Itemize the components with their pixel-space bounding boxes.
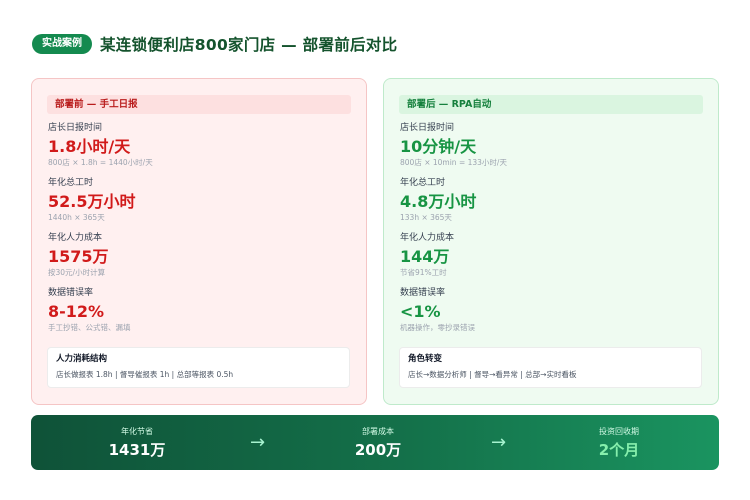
metric-value: 8-12% <box>48 302 105 321</box>
metric-label: 数据错误率 <box>400 288 446 298</box>
after-metric-labor-cost: 年化人力成本 144万 节省91%工时 <box>400 233 703 278</box>
metric-label: 年化人力成本 <box>48 233 103 243</box>
summary-value: 1431万 <box>108 440 166 459</box>
role-change-box: 角色转变 店长→数据分析师 | 督导→看异常 | 总部→实时看板 <box>399 347 702 388</box>
summary-annual-savings: 年化节省 1431万 <box>97 427 177 459</box>
metric-value: 52.5万小时 <box>48 192 136 211</box>
metric-label: 店长日报时间 <box>48 123 103 133</box>
role-change-text: 店长→数据分析师 | 督导→看异常 | 总部→实时看板 <box>408 370 577 379</box>
metric-label: 年化总工时 <box>400 178 446 188</box>
summary-deploy-cost: 部署成本 200万 <box>338 427 418 459</box>
after-metric-annual-hours: 年化总工时 4.8万小时 133h × 365天 <box>400 178 703 223</box>
metric-note: 机器操作，零抄录错误 <box>400 323 475 332</box>
metric-value: <1% <box>400 302 441 321</box>
metric-note: 133h × 365天 <box>400 213 452 222</box>
role-change-title: 角色转变 <box>408 354 443 364</box>
after-panel-heading: 部署后 — RPA自动 <box>399 95 703 114</box>
metric-value: 10分钟/天 <box>400 137 477 156</box>
metric-label: 数据错误率 <box>48 288 94 298</box>
summary-label: 年化节省 <box>121 426 153 436</box>
after-metric-daily-time: 店长日报时间 10分钟/天 800店 × 10min = 133小时/天 <box>400 123 703 168</box>
page-title: 某连锁便利店800家门店 — 部署前后对比 <box>100 36 398 54</box>
before-metric-error-rate: 数据错误率 8-12% 手工抄错、公式错、漏填 <box>48 288 351 333</box>
metric-label: 年化人力成本 <box>400 233 455 243</box>
metric-label: 店长日报时间 <box>400 123 455 133</box>
summary-payback-period: 投资回收期 2个月 <box>579 427 659 459</box>
before-metric-annual-hours: 年化总工时 52.5万小时 1440h × 365天 <box>48 178 351 223</box>
after-metric-error-rate: 数据错误率 <1% 机器操作，零抄录错误 <box>400 288 703 333</box>
metric-label: 年化总工时 <box>48 178 94 188</box>
summary-label: 部署成本 <box>362 426 394 436</box>
right-arrow-icon: → <box>490 432 507 453</box>
metric-note: 800店 × 1.8h = 1440小时/天 <box>48 158 153 167</box>
after-panel: 部署后 — RPA自动 店长日报时间 10分钟/天 800店 × 10min =… <box>383 78 719 405</box>
labor-structure-text: 店长做报表 1.8h | 督导催报表 1h | 总部等报表 0.5h <box>56 370 234 379</box>
metric-value: 144万 <box>400 247 450 266</box>
summary-banner: 年化节省 1431万 → 部署成本 200万 → 投资回收期 2个月 <box>31 415 719 470</box>
page-header: 实战案例 某连锁便利店800家门店 — 部署前后对比 <box>32 33 397 55</box>
metric-note: 按30元/小时计算 <box>48 268 106 277</box>
metric-value: 4.8万小时 <box>400 192 477 211</box>
case-tag: 实战案例 <box>32 34 92 54</box>
metric-value: 1575万 <box>48 247 109 266</box>
metric-note: 800店 × 10min = 133小时/天 <box>400 158 507 167</box>
right-arrow-icon: → <box>249 432 266 453</box>
metric-note: 1440h × 365天 <box>48 213 105 222</box>
labor-structure-title: 人力消耗结构 <box>56 354 108 364</box>
summary-label: 投资回收期 <box>599 426 639 436</box>
metric-note: 手工抄错、公式错、漏填 <box>48 323 131 332</box>
before-panel-heading: 部署前 — 手工日报 <box>47 95 351 114</box>
before-metric-daily-time: 店长日报时间 1.8小时/天 800店 × 1.8h = 1440小时/天 <box>48 123 351 168</box>
metric-value: 1.8小时/天 <box>48 137 131 156</box>
summary-value: 2个月 <box>598 440 640 459</box>
before-metric-labor-cost: 年化人力成本 1575万 按30元/小时计算 <box>48 233 351 278</box>
metric-note: 节省91%工时 <box>400 268 447 277</box>
labor-structure-box: 人力消耗结构 店长做报表 1.8h | 督导催报表 1h | 总部等报表 0.5… <box>47 347 350 388</box>
summary-value: 200万 <box>354 440 402 459</box>
before-panel: 部署前 — 手工日报 店长日报时间 1.8小时/天 800店 × 1.8h = … <box>31 78 367 405</box>
